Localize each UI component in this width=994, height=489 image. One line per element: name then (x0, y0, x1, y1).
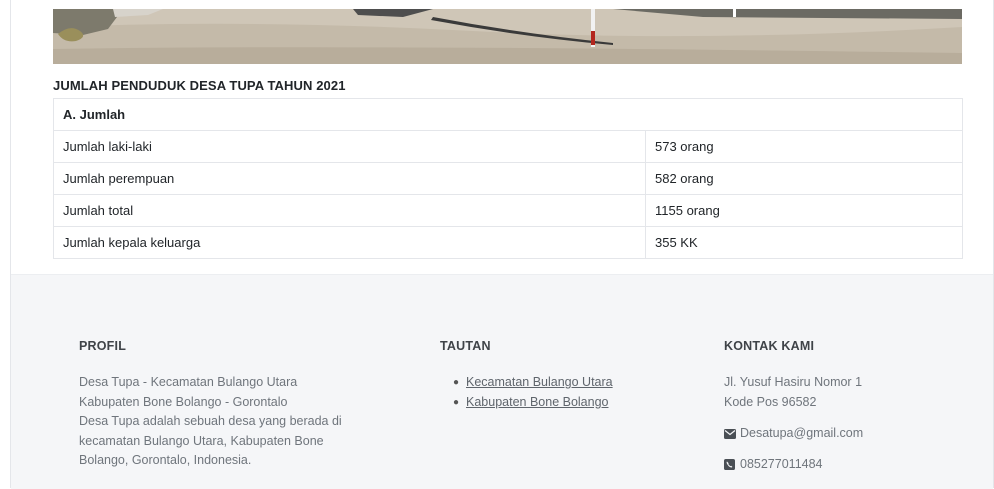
row-label: Jumlah perempuan (53, 162, 646, 195)
contact-email: Desatupa@gmail.com (724, 426, 863, 440)
address-line: Jl. Yusuf Hasiru Nomor 1 (724, 375, 863, 389)
tautan-links: ● Kecamatan Bulango Utara ● Kabupaten Bone… (453, 373, 613, 412)
profil-line: kecamatan Bulango Utara, Kabupaten Bone (79, 433, 324, 448)
tautan-heading: TAUTAN (440, 339, 491, 353)
email-text: Desatupa@gmail.com (740, 426, 864, 440)
contact-phone: 085277011484 (724, 457, 823, 471)
profil-line: Bolango, Gorontalo, Indonesia. (79, 453, 252, 468)
row-value: 1155 orang (645, 194, 963, 227)
phone-icon (724, 458, 736, 470)
row-value: 573 orang (645, 130, 963, 163)
envelope-icon (724, 428, 736, 439)
group-label: A. Jumlah (53, 98, 963, 131)
kontak-heading: KONTAK KAMI (724, 339, 815, 353)
kontak-address: Jl. Yusuf Hasiru Nomor 1 Kode Pos 96582 (724, 373, 862, 412)
table-group-row: A. Jumlah (53, 98, 963, 131)
row-label: Jumlah laki-laki (53, 130, 646, 163)
bullet-icon: ● (453, 377, 460, 388)
population-table: A. Jumlah Jumlah laki-laki 573 orang Jum… (53, 98, 963, 259)
profil-text: Desa Tupa - Kecamatan Bulango Utara Kabu… (79, 373, 342, 471)
table-row: Jumlah kepala keluarga 355 KK (53, 226, 963, 259)
village-photo (53, 9, 962, 64)
population-section-title: JUMLAH PENDUDUK DESA TUPA TAHUN 2021 (53, 78, 346, 93)
phone-text: 085277011484 (740, 457, 823, 471)
link-item: ● Kabupaten Bone Bolango (453, 393, 613, 413)
profil-heading: PROFIL (79, 339, 127, 353)
row-value: 582 orang (645, 162, 963, 195)
profil-line: Desa Tupa - Kecamatan Bulango Utara (79, 375, 298, 389)
table-row: Jumlah perempuan 582 orang (53, 162, 963, 195)
link-kecamatan-bulango-utara[interactable]: Kecamatan Bulango Utara (466, 375, 613, 389)
link-item: ● Kecamatan Bulango Utara (453, 373, 613, 393)
table-row: Jumlah laki-laki 573 orang (53, 130, 963, 163)
row-value: 355 KK (645, 226, 963, 259)
address-line: Kode Pos 96582 (724, 394, 817, 409)
profil-line: Desa Tupa adalah sebuah desa yang berada… (79, 414, 342, 429)
site-footer: PROFIL Desa Tupa - Kecamatan Bulango Uta… (11, 274, 993, 489)
row-label: Jumlah total (53, 194, 646, 227)
table-row: Jumlah total 1155 orang (53, 194, 963, 227)
profil-line: Kabupaten Bone Bolango - Gorontalo (79, 394, 288, 409)
row-label: Jumlah kepala keluarga (53, 226, 646, 259)
link-kabupaten-bone-bolango[interactable]: Kabupaten Bone Bolango (466, 395, 609, 409)
bullet-icon: ● (453, 396, 460, 408)
